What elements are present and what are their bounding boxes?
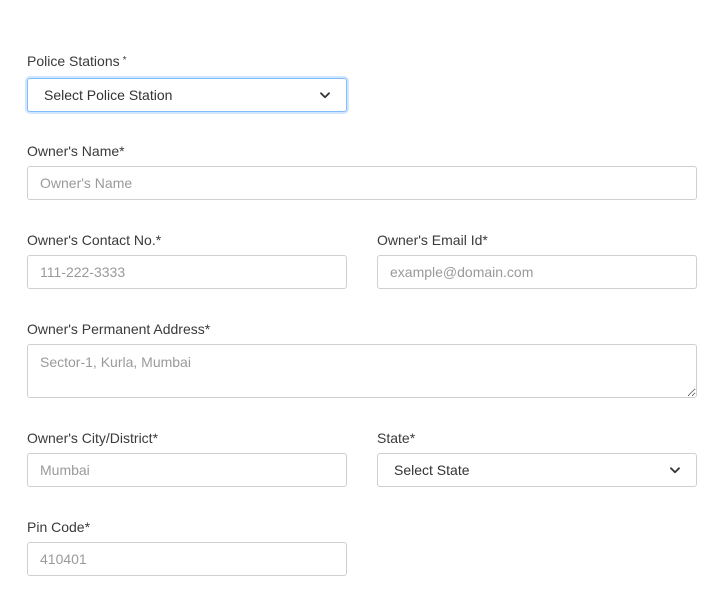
state-label: State* xyxy=(377,430,416,446)
required-mark: * xyxy=(122,55,127,66)
owner-name-label: Owner's Name* xyxy=(27,143,125,159)
chevron-down-icon xyxy=(320,91,330,99)
police-station-label-text: Police Stations xyxy=(27,53,120,69)
contact-no-input[interactable] xyxy=(27,255,347,289)
state-group: State* Select State xyxy=(377,429,697,489)
email-input[interactable] xyxy=(377,255,697,289)
chevron-down-icon xyxy=(670,466,680,474)
city-label: Owner's City/District* xyxy=(27,430,159,446)
city-group: Owner's City/District* xyxy=(27,429,347,489)
pin-code-label: Pin Code* xyxy=(27,519,91,535)
police-station-selected-value: Select Police Station xyxy=(44,87,173,103)
police-station-select[interactable]: Select Police Station xyxy=(27,78,347,112)
state-select[interactable]: Select State xyxy=(377,453,697,487)
email-group: Owner's Email Id* xyxy=(377,231,697,291)
pin-code-group: Pin Code* xyxy=(27,518,347,578)
email-label: Owner's Email Id* xyxy=(377,232,488,248)
address-textarea[interactable] xyxy=(27,344,697,398)
owner-name-input[interactable] xyxy=(27,166,697,200)
state-selected-value: Select State xyxy=(394,462,470,478)
contact-no-label: Owner's Contact No.* xyxy=(27,232,162,248)
contact-no-group: Owner's Contact No.* xyxy=(27,231,347,291)
city-input[interactable] xyxy=(27,453,347,487)
owner-details-form: Police Stations * Select Police Station O… xyxy=(0,0,713,611)
address-group: Owner's Permanent Address* xyxy=(27,320,697,400)
pin-code-input[interactable] xyxy=(27,542,347,576)
address-label: Owner's Permanent Address* xyxy=(27,321,211,337)
police-station-group: Police Stations * Select Police Station xyxy=(27,52,347,112)
police-station-label: Police Stations * xyxy=(27,52,347,70)
owner-name-group: Owner's Name* xyxy=(27,142,697,202)
